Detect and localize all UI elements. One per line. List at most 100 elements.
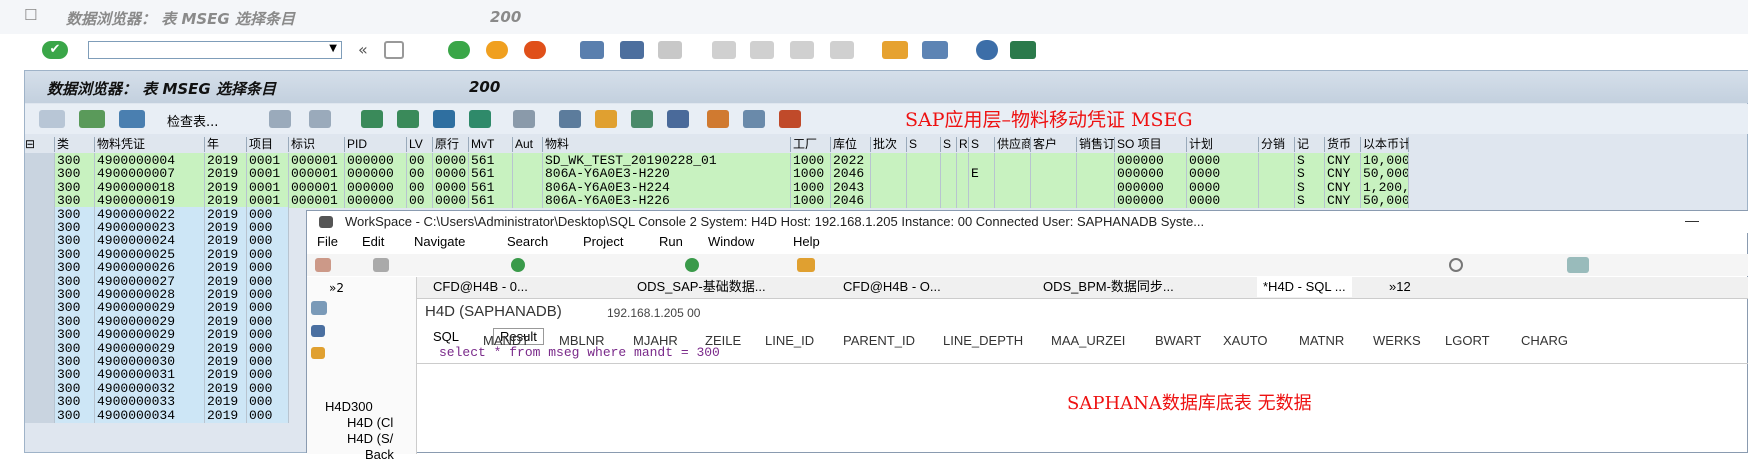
- result-column-header[interactable]: LGORT: [1445, 333, 1490, 348]
- column-header[interactable]: 分销: [1259, 137, 1295, 152]
- tree-item-h4d-cl[interactable]: H4D (Cl: [347, 415, 393, 430]
- shortcut-icon[interactable]: [922, 41, 948, 59]
- filter-icon[interactable]: [433, 110, 455, 128]
- print-preview-icon[interactable]: [559, 110, 581, 128]
- command-field[interactable]: ▼: [88, 41, 342, 59]
- search-icon[interactable]: [1449, 258, 1463, 272]
- open-icon[interactable]: [797, 258, 815, 272]
- menu-help[interactable]: Help: [793, 234, 820, 249]
- spreadsheet-icon[interactable]: [631, 110, 653, 128]
- result-column-header[interactable]: WERKS: [1373, 333, 1421, 348]
- choose-icon[interactable]: [309, 110, 331, 128]
- add-system-icon[interactable]: [311, 325, 325, 337]
- tab-ods-sap[interactable]: ODS_SAP-基础数据...: [637, 277, 766, 297]
- subtotal-icon[interactable]: [513, 110, 535, 128]
- glasses-icon[interactable]: [39, 110, 65, 128]
- menu-navigate[interactable]: Navigate: [414, 234, 465, 249]
- column-header[interactable]: 货币: [1325, 137, 1361, 152]
- view-overflow[interactable]: »2: [329, 281, 344, 295]
- column-header[interactable]: MvT: [469, 137, 513, 152]
- back-icon[interactable]: [448, 41, 470, 59]
- column-header[interactable]: Re: [957, 137, 969, 152]
- result-column-header[interactable]: MANDT: [483, 333, 529, 348]
- customize-layout-icon[interactable]: [1010, 41, 1036, 59]
- tab-sql-console[interactable]: *H4D - SQL ...: [1257, 277, 1352, 297]
- result-column-header[interactable]: BWART: [1155, 333, 1201, 348]
- collapse-icon[interactable]: «: [358, 40, 368, 59]
- column-header[interactable]: 类: [55, 137, 95, 152]
- column-header[interactable]: 销售订单: [1077, 137, 1115, 152]
- result-column-header[interactable]: MAA_URZEI: [1051, 333, 1125, 348]
- sort-descending-icon[interactable]: [397, 110, 419, 128]
- help-icon[interactable]: [976, 40, 998, 60]
- cancel-icon[interactable]: [524, 41, 546, 59]
- column-header[interactable]: PID: [345, 137, 407, 152]
- tree-item-h4d-s[interactable]: H4D (S/: [347, 431, 393, 446]
- column-header[interactable]: LV: [407, 137, 433, 152]
- tab-sql[interactable]: SQL: [433, 329, 459, 344]
- column-header[interactable]: 项目: [247, 137, 289, 152]
- menu-file[interactable]: File: [317, 234, 338, 249]
- find-next-icon[interactable]: [658, 41, 682, 59]
- column-header[interactable]: 计划: [1187, 137, 1259, 152]
- result-column-header[interactable]: CHARG: [1521, 333, 1568, 348]
- column-header[interactable]: S: [907, 137, 941, 152]
- column-header[interactable]: 供应商: [995, 137, 1031, 152]
- tree-item-backup[interactable]: Back: [365, 447, 394, 462]
- column-header[interactable]: SO 项目: [1115, 137, 1187, 152]
- column-header[interactable]: 原行: [433, 137, 469, 152]
- run-icon[interactable]: [685, 258, 699, 272]
- execute-icon[interactable]: [511, 258, 525, 272]
- sort-ascending-icon[interactable]: [361, 110, 383, 128]
- layout-icon[interactable]: [707, 110, 729, 128]
- tab-cfd-1[interactable]: CFD@H4B - 0...: [433, 277, 528, 297]
- column-header[interactable]: 客户: [1031, 137, 1077, 152]
- minimize-button[interactable]: —: [1685, 212, 1699, 228]
- choose-layout-icon[interactable]: [743, 110, 765, 128]
- next-page-icon[interactable]: [790, 41, 814, 59]
- result-column-header[interactable]: MJAHR: [633, 333, 678, 348]
- details-icon[interactable]: [269, 110, 291, 128]
- display-icon[interactable]: [79, 110, 105, 128]
- column-header[interactable]: 物料凭证: [95, 137, 205, 152]
- column-header[interactable]: 批次: [871, 137, 907, 152]
- sum-icon[interactable]: [469, 110, 491, 128]
- systems-icon[interactable]: [311, 301, 327, 315]
- menu-search[interactable]: Search: [507, 234, 548, 249]
- menu-window[interactable]: Window: [708, 234, 754, 249]
- new-icon[interactable]: [315, 258, 331, 272]
- find-icon[interactable]: [620, 41, 644, 59]
- exit-icon[interactable]: [486, 41, 508, 59]
- first-page-icon[interactable]: [712, 41, 736, 59]
- result-column-header[interactable]: LINE_DEPTH: [943, 333, 1023, 348]
- new-session-icon[interactable]: [882, 41, 908, 59]
- save-icon[interactable]: [384, 41, 404, 59]
- column-header[interactable]: Aut: [513, 137, 543, 152]
- column-header[interactable]: 记: [1295, 137, 1325, 152]
- menu-icon[interactable]: ☐: [24, 6, 37, 24]
- result-column-header[interactable]: LINE_ID: [765, 333, 814, 348]
- row-selector[interactable]: [25, 407, 55, 423]
- column-header[interactable]: 工厂: [791, 137, 831, 152]
- print-icon[interactable]: [580, 41, 604, 59]
- chevron-down-icon[interactable]: ▼: [329, 43, 337, 54]
- menu-run[interactable]: Run: [659, 234, 683, 249]
- save-icon[interactable]: [373, 258, 389, 272]
- tab-ods-bpm[interactable]: ODS_BPM-数据同步...: [1043, 277, 1174, 297]
- column-header[interactable]: 库位: [831, 137, 871, 152]
- save-layout-icon[interactable]: [779, 110, 801, 128]
- menu-project[interactable]: Project: [583, 234, 623, 249]
- tree-item-h4d300[interactable]: H4D300: [325, 399, 373, 414]
- column-header[interactable]: 物料: [543, 137, 791, 152]
- result-column-header[interactable]: PARENT_ID: [843, 333, 915, 348]
- column-header[interactable]: 以本币计的: [1361, 137, 1409, 152]
- word-processing-icon[interactable]: [667, 110, 689, 128]
- select-all-icon[interactable]: ⊟: [25, 137, 55, 152]
- last-page-icon[interactable]: [830, 41, 854, 59]
- refresh-icon[interactable]: [119, 110, 145, 128]
- column-header[interactable]: 标识: [289, 137, 345, 152]
- column-header[interactable]: 年: [205, 137, 247, 152]
- folder-icon[interactable]: [311, 347, 325, 359]
- tab-overflow[interactable]: »12: [1389, 277, 1411, 297]
- result-column-header[interactable]: MBLNR: [559, 333, 605, 348]
